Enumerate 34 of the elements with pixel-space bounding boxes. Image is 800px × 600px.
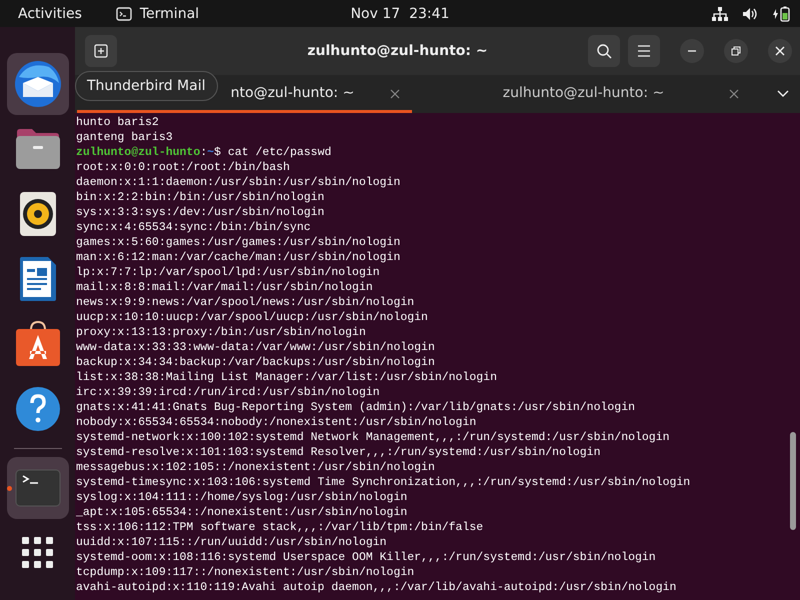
- output-line: man:x:6:12:man:/var/cache/man:/usr/sbin/nologin: [76, 250, 402, 265]
- output-line: mail:x:8:8:mail:/var/mail:/usr/sbin/nologin: [76, 280, 374, 295]
- output-line: systemd-resolve:x:101:103:systemd Resolver,,,:/run/systemd:/usr/sbin/nologin: [76, 445, 602, 460]
- output-line: syslog:x:104:111::/home/syslog:/usr/sbin/nologin: [76, 490, 408, 505]
- output-line: root:x:0:0:root:/root:/bin/bash: [76, 160, 291, 175]
- output-line: tcpdump:x:109:117::/nonexistent:/usr/sbin/nologin: [76, 565, 416, 580]
- output-line: nobody:x:65534:65534:nobody:/nonexistent:/usr/sbin/nologin: [76, 415, 478, 430]
- output-line: systemd-timesync:x:103:106:systemd Time Synchronization,,,:/run/systemd:/usr/sbin/nologin: [76, 475, 692, 490]
- output-line: uuidd:x:107:115::/run/uuidd:/usr/sbin/nologin: [76, 535, 388, 550]
- output-line: lp:x:7:7:lp:/var/spool/lpd:/usr/sbin/nologin: [76, 265, 381, 280]
- output-line: proxy:x:13:13:proxy:/bin:/usr/sbin/nologin: [76, 325, 367, 340]
- output-line: systemd-oom:x:108:116:systemd Userspace OOM Killer,,,:/run/systemd:/usr/sbin/nologin: [76, 550, 657, 565]
- output-line: news:x:9:9:news:/var/spool/news:/usr/sbin/nologin: [76, 295, 416, 310]
- output-line: hunto baris2: [76, 115, 160, 130]
- output-line: ganteng baris3: [76, 130, 174, 145]
- output-line: backup:x:34:34:backup:/var/backups:/usr/sbin/nologin: [76, 355, 436, 370]
- output-line: avahi-autoipd:x:110:119:Avahi autoip daemon,,,:/var/lib/avahi-autoipd:/usr/sbin/nologin: [76, 580, 678, 595]
- output-line: uucp:x:10:10:uucp:/var/spool/uucp:/usr/sbin/nologin: [76, 310, 429, 325]
- window-title: zulhunto@zul-hunto: ~: [306, 43, 489, 59]
- output-line: games:x:5:60:games:/usr/games:/usr/sbin/nologin: [76, 235, 402, 250]
- tooltip: Thunderbird Mail: [75, 71, 218, 101]
- prompt-line: zulhunto@zul-hunto:~$ cat /etc/passwd: [76, 145, 332, 160]
- output-line: list:x:38:38:Mailing List Manager:/var/list:/usr/sbin/nologin: [76, 370, 498, 385]
- output-line: sys:x:3:3:sys:/dev:/usr/sbin/nologin: [76, 205, 326, 220]
- output-line: daemon:x:1:1:daemon:/usr/sbin:/usr/sbin/nologin: [76, 175, 402, 190]
- output-line: gnats:x:41:41:Gnats Bug-Reporting System (admin):/var/lib/gnats:/usr/sbin/nologin: [76, 400, 636, 415]
- output-line: systemd-network:x:100:102:systemd Network Management,,,:/run/systemd:/usr/sbin/nologin: [76, 430, 670, 445]
- output-line: bin:x:2:2:bin:/bin:/usr/sbin/nologin: [76, 190, 326, 205]
- output-line: www-data:x:33:33:www-data:/var/www:/usr/sbin/nologin: [76, 340, 436, 355]
- output-line: irc:x:39:39:ircd:/run/ircd:/usr/sbin/nologin: [76, 385, 381, 400]
- output-line: sync:x:4:65534:sync:/bin:/bin/sync: [76, 220, 312, 235]
- output-line: tss:x:106:112:TPM software stack,,,:/var/lib/tpm:/bin/false: [76, 520, 484, 535]
- output-line: messagebus:x:102:105::/nonexistent:/usr/sbin/nologin: [76, 460, 436, 475]
- output-line: _apt:x:105:65534::/nonexistent:/usr/sbin/nologin: [76, 505, 408, 520]
